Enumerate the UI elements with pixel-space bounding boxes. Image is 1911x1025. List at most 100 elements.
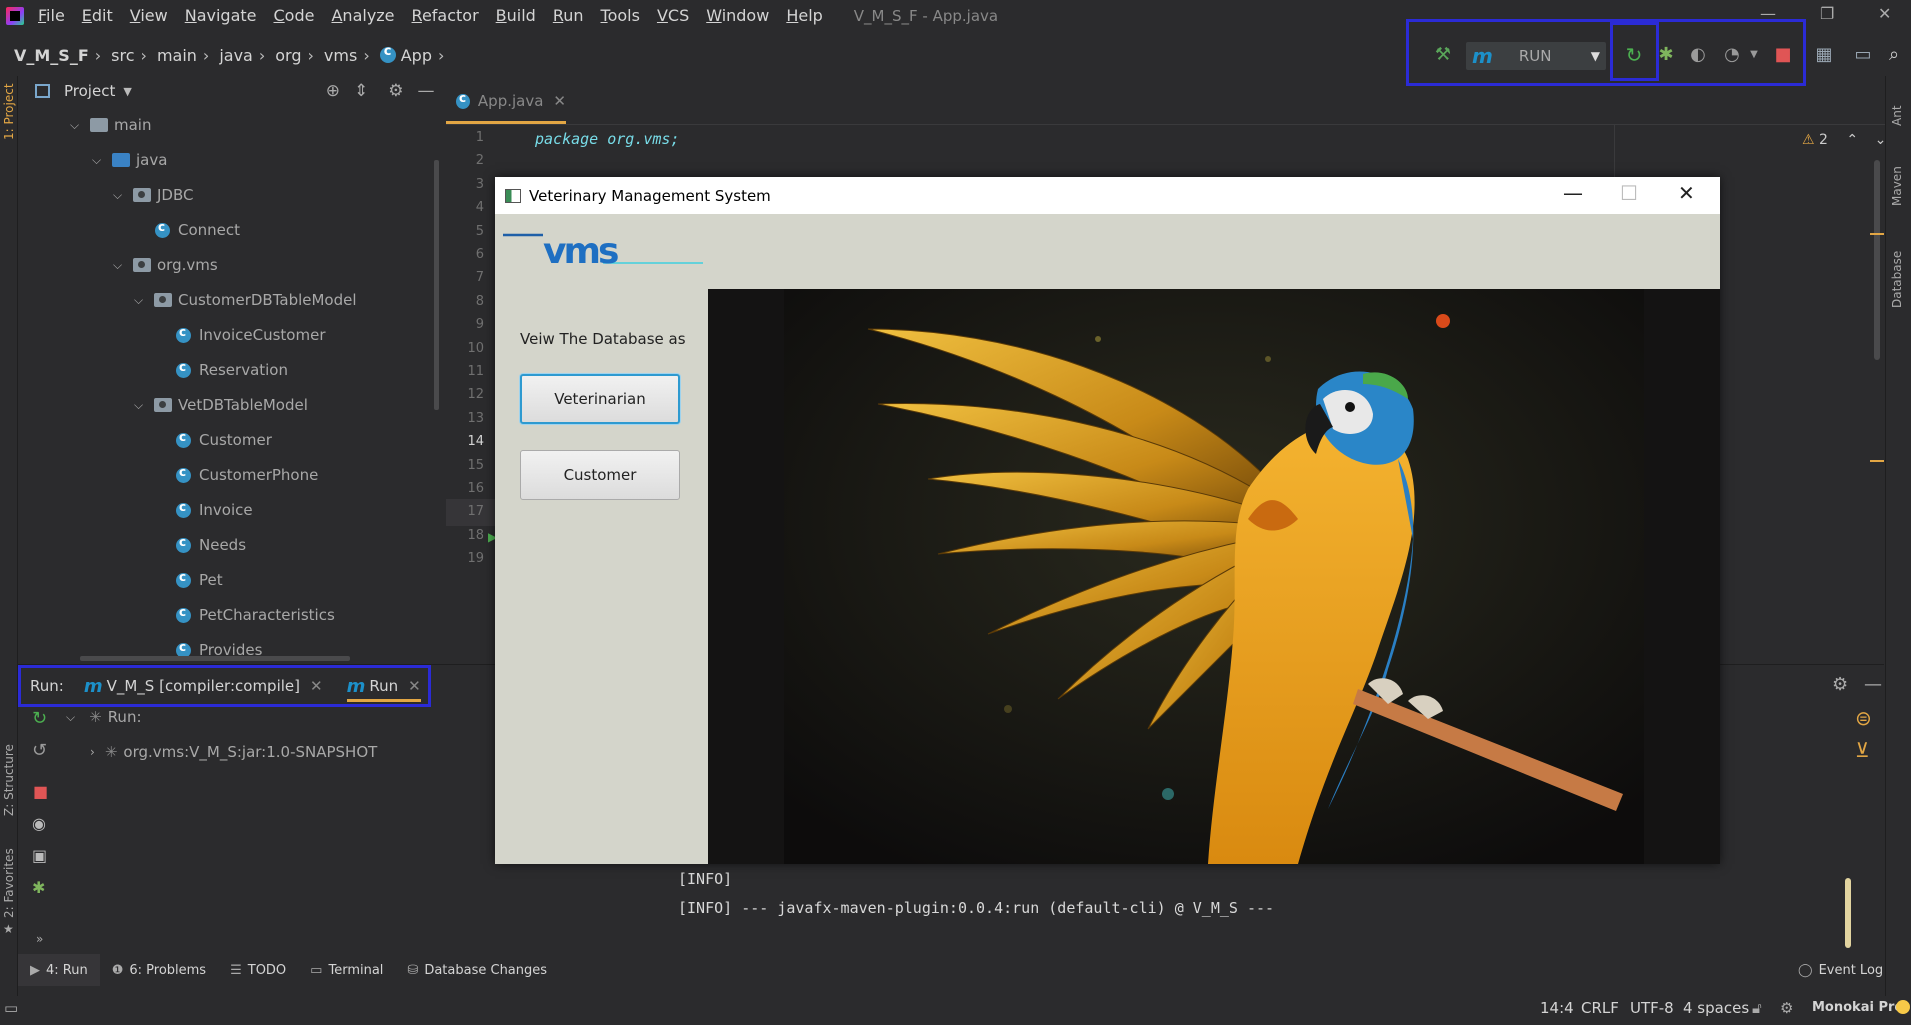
restore-icon[interactable]: ❐ <box>1820 4 1834 23</box>
gear-icon[interactable]: ⚙ <box>388 81 403 101</box>
tree-item[interactable]: ⌵ JDBC <box>113 181 193 209</box>
lock-icon[interactable]: 🔓︎ <box>1752 999 1762 1017</box>
camera-icon[interactable]: ▣ <box>32 846 47 865</box>
line-separator[interactable]: CRLF <box>1581 999 1619 1017</box>
tree-item[interactable]: Pet <box>176 566 223 594</box>
menu-edit[interactable]: Edit <box>82 6 113 25</box>
profile-icon[interactable]: ◔ <box>1722 45 1742 65</box>
customer-button[interactable]: Customer <box>520 450 680 500</box>
menu-run[interactable]: Run <box>553 6 584 25</box>
menu-navigate[interactable]: Navigate <box>185 6 257 25</box>
tree-item[interactable]: ⌵ org.vms <box>113 251 218 279</box>
close-tab-icon[interactable]: ✕ <box>553 92 566 110</box>
inspector-icon[interactable]: ⚙ <box>1780 999 1793 1017</box>
tab-run[interactable]: ▶ 4: Run <box>18 954 100 986</box>
close-tab-icon[interactable]: ✕ <box>408 677 421 695</box>
tab-terminal[interactable]: ▭ Terminal <box>298 954 395 986</box>
stripe-favorites[interactable]: 2: Favorites <box>2 848 16 918</box>
menu-code[interactable]: Code <box>274 6 315 25</box>
breadcrumb-src[interactable]: src <box>111 46 134 65</box>
stop-icon[interactable]: ■ <box>1773 45 1793 65</box>
code-line[interactable]: package org.vms; <box>535 130 680 148</box>
breadcrumb-java[interactable]: java <box>219 46 253 65</box>
rerun-failed-icon[interactable]: ↺ <box>32 740 47 761</box>
breadcrumb-vms[interactable]: vms <box>324 46 357 65</box>
soft-wrap-icon[interactable]: ⊜ <box>1855 706 1872 730</box>
stripe-project[interactable]: 1: Project <box>2 83 16 140</box>
tree-item[interactable]: InvoiceCustomer <box>176 321 326 349</box>
hide-panel-icon[interactable]: — <box>1864 674 1882 695</box>
tab-event-log[interactable]: ◯ Event Log <box>1786 954 1895 986</box>
breadcrumb-app[interactable]: App <box>401 46 432 65</box>
collapse-all-icon[interactable]: ⇕ <box>354 81 368 101</box>
terminal-icon[interactable]: ▭ <box>1853 45 1873 65</box>
tree-item[interactable]: Needs <box>176 531 246 559</box>
chevron-down-icon[interactable]: ▼ <box>123 85 131 98</box>
breadcrumb-org[interactable]: org <box>275 46 301 65</box>
warning-indicator[interactable]: ⚠ 2 ⌃ ⌄ <box>1802 132 1886 148</box>
console-output[interactable]: [INFO] [INFO] --- javafx-maven-plugin:0.… <box>678 870 1274 928</box>
file-encoding[interactable]: UTF-8 <box>1630 999 1674 1017</box>
run-tab-run[interactable]: m Run ✕ <box>346 668 421 704</box>
panel-toggle-icon[interactable]: ▭ <box>4 999 18 1017</box>
tree-item[interactable]: CustomerPhone <box>176 461 318 489</box>
veterinarian-button[interactable]: Veterinarian <box>520 374 680 424</box>
tab-todo[interactable]: ☰ TODO <box>218 954 298 986</box>
menu-tools[interactable]: Tools <box>601 6 640 25</box>
menu-view[interactable]: View <box>130 6 168 25</box>
build-hammer-icon[interactable]: ⚒ <box>1433 45 1453 65</box>
close-icon[interactable]: ✕ <box>1678 181 1695 205</box>
project-h-scrollbar[interactable] <box>80 656 350 661</box>
run-tree-root[interactable]: ⌵ ✳ Run: <box>66 708 142 726</box>
editor-tab-app[interactable]: App.java ✕ <box>446 81 566 124</box>
error-stripe-mark[interactable] <box>1870 460 1884 462</box>
stripe-ant[interactable]: Ant <box>1890 105 1904 126</box>
debug-icon[interactable]: ✱ <box>1656 45 1676 65</box>
menu-refactor[interactable]: Refactor <box>412 6 479 25</box>
run-tab-compile[interactable]: m V_M_S [compiler:compile] ✕ <box>84 668 323 704</box>
debug-settings-icon[interactable]: ✱ <box>32 878 45 897</box>
menu-window[interactable]: Window <box>706 6 769 25</box>
breadcrumb-project[interactable]: V_M_S_F <box>14 46 89 65</box>
minimize-icon[interactable]: — <box>1563 181 1583 205</box>
menu-analyze[interactable]: Analyze <box>331 6 394 25</box>
tab-database-changes[interactable]: ⛁ Database Changes <box>395 954 559 986</box>
menu-file[interactable]: File <box>38 6 65 25</box>
eye-icon[interactable]: ◉ <box>32 814 46 833</box>
indent-setting[interactable]: 4 spaces <box>1683 999 1749 1017</box>
tree-item[interactable]: ⌵ VetDBTableModel <box>134 391 308 419</box>
breadcrumb-main[interactable]: main <box>157 46 197 65</box>
console-scrollbar[interactable] <box>1845 878 1851 948</box>
theme-name[interactable]: Monokai Pro <box>1812 1000 1903 1015</box>
stripe-maven[interactable]: Maven <box>1890 166 1904 206</box>
chevron-up-icon[interactable]: ⌃ <box>1846 132 1858 148</box>
hide-panel-icon[interactable]: — <box>418 81 435 101</box>
rerun-icon[interactable]: ↻ <box>1624 45 1644 65</box>
stripe-structure[interactable]: Z: Structure <box>2 744 16 816</box>
close-icon[interactable]: ✕ <box>1878 4 1891 23</box>
project-panel-title[interactable]: Project <box>64 82 115 100</box>
stop-icon[interactable]: ■ <box>33 782 48 801</box>
rerun-icon[interactable]: ↻ <box>32 708 47 729</box>
error-stripe-mark[interactable] <box>1870 233 1884 235</box>
stripe-database[interactable]: Database <box>1890 251 1904 308</box>
app-window[interactable]: Veterinary Management System — ☐ ✕ vms V… <box>495 177 1720 864</box>
menu-vcs[interactable]: VCS <box>657 6 689 25</box>
maximize-icon[interactable]: ☐ <box>1620 181 1638 205</box>
tree-item[interactable]: PetCharacteristics <box>176 601 335 629</box>
tree-item[interactable]: Customer <box>176 426 272 454</box>
tree-item[interactable]: ⌵ CustomerDBTableModel <box>134 286 357 314</box>
tree-item[interactable]: Connect <box>155 216 240 244</box>
locate-icon[interactable]: ⊕ <box>326 81 340 101</box>
coverage-icon[interactable]: ◐ <box>1688 45 1708 65</box>
tree-item[interactable]: Invoice <box>176 496 253 524</box>
menu-help[interactable]: Help <box>786 6 822 25</box>
editor-scrollbar[interactable] <box>1874 160 1880 360</box>
project-structure-icon[interactable]: ▦ <box>1814 45 1834 65</box>
tree-item[interactable]: ⌵ java <box>92 146 167 174</box>
tree-item[interactable]: ⌵ main <box>70 111 151 139</box>
scroll-to-end-icon[interactable]: ⊻ <box>1855 738 1870 762</box>
tree-item[interactable]: Reservation <box>176 356 288 384</box>
tab-problems[interactable]: ❶ 6: Problems <box>100 954 218 986</box>
close-tab-icon[interactable]: ✕ <box>310 677 323 695</box>
